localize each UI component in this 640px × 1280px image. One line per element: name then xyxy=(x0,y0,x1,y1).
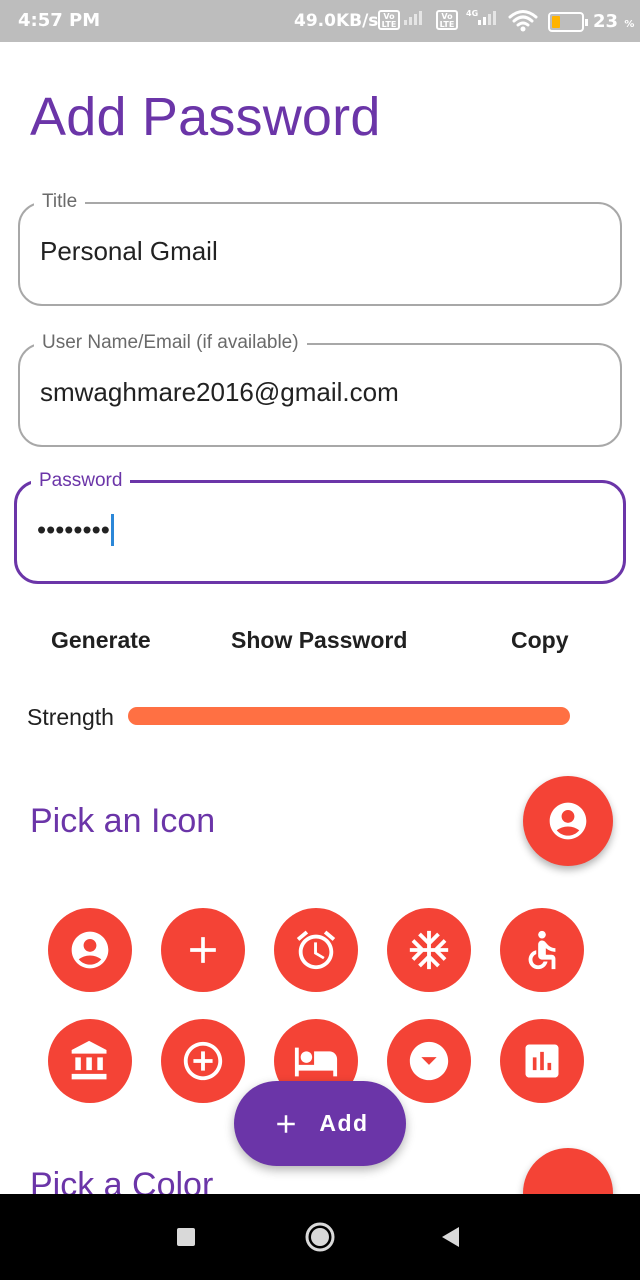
selected-icon-preview[interactable] xyxy=(523,776,613,866)
account-circle-icon xyxy=(549,802,587,840)
system-navigation-bar xyxy=(0,1194,640,1280)
add-button-label: Add xyxy=(319,1110,369,1136)
recents-button[interactable] xyxy=(166,1194,206,1280)
pick-icon-title: Pick an Icon xyxy=(30,802,216,840)
plus-icon xyxy=(277,1114,296,1133)
show-password-button[interactable]: Show Password xyxy=(231,627,407,654)
signal-icon-sim1 xyxy=(404,11,422,25)
icon-option-chart[interactable] xyxy=(500,1019,584,1103)
bar-chart-icon xyxy=(525,1044,559,1078)
icon-option-account[interactable] xyxy=(48,908,132,992)
password-field-value[interactable]: •••••••• xyxy=(37,513,114,547)
signal-icon-sim2 xyxy=(478,11,496,25)
back-button[interactable] xyxy=(430,1194,470,1280)
add-button[interactable]: Add xyxy=(234,1081,406,1166)
network-type-sim2: 4G xyxy=(466,9,479,18)
arrow-drop-down-circle-icon xyxy=(409,1041,449,1081)
title-field-label: Title xyxy=(34,190,86,214)
page-title: Add Password xyxy=(30,87,381,147)
square-icon xyxy=(177,1228,195,1246)
username-field-value[interactable]: smwaghmare2016@gmail.com xyxy=(40,377,399,408)
icon-option-dropdown[interactable] xyxy=(387,1019,471,1103)
battery-icon xyxy=(548,12,588,32)
strength-label: Strength xyxy=(27,704,114,730)
triangle-back-icon xyxy=(442,1227,459,1247)
generate-button[interactable]: Generate xyxy=(51,627,151,654)
strength-meter xyxy=(128,707,570,725)
volte-badge-sim2: Vo LTE xyxy=(436,10,458,30)
text-cursor xyxy=(110,514,114,547)
battery-percent: 23 % xyxy=(593,11,635,32)
accessible-icon xyxy=(528,930,556,970)
add-circle-icon xyxy=(183,1041,223,1081)
icon-option-add-circle[interactable] xyxy=(161,1019,245,1103)
status-bar: 4:57 PM 49.0KB/s Vo LTE Vo LTE 4G 23 % xyxy=(0,0,640,42)
username-email-field[interactable]: User Name/Email (if available) smwaghmar… xyxy=(18,331,622,447)
icon-option-accessible[interactable] xyxy=(500,908,584,992)
bank-icon xyxy=(71,1040,107,1080)
volte-badge-sim1: Vo LTE xyxy=(378,10,400,30)
copy-button[interactable]: Copy xyxy=(511,627,569,654)
icon-option-snowflake[interactable] xyxy=(387,908,471,992)
network-speed: 49.0KB/s xyxy=(294,11,379,31)
icon-option-add[interactable] xyxy=(161,908,245,992)
icon-option-alarm[interactable] xyxy=(274,908,358,992)
alarm-icon xyxy=(296,930,336,970)
add-icon xyxy=(190,937,216,963)
status-time: 4:57 PM xyxy=(18,10,101,31)
title-field[interactable]: Title Personal Gmail xyxy=(18,190,622,306)
hotel-bed-icon xyxy=(294,1047,338,1077)
account-circle-icon xyxy=(71,931,109,969)
icon-option-bank[interactable] xyxy=(48,1019,132,1103)
wifi-icon xyxy=(508,8,538,39)
home-button[interactable] xyxy=(300,1194,340,1280)
username-field-label: User Name/Email (if available) xyxy=(34,331,307,355)
password-field-label: Password xyxy=(31,469,131,493)
password-field[interactable]: Password •••••••• xyxy=(14,469,626,584)
snowflake-icon xyxy=(409,930,449,970)
title-field-value[interactable]: Personal Gmail xyxy=(40,236,218,267)
circle-icon xyxy=(305,1222,335,1252)
